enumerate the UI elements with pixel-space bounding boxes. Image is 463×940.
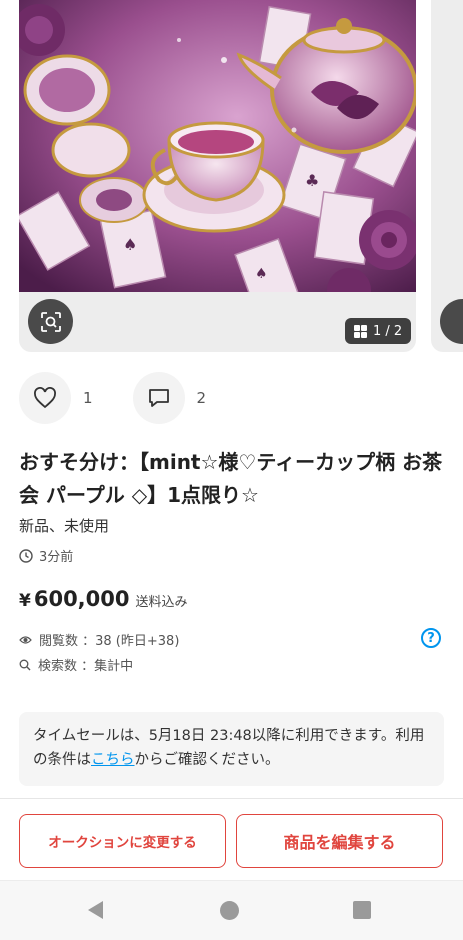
price-currency: ¥	[19, 591, 31, 611]
svg-text:♣: ♣	[305, 171, 319, 190]
image-counter[interactable]: 1 / 2	[345, 318, 412, 344]
comment-count: 2	[196, 389, 207, 407]
action-row: 1 2	[19, 372, 246, 424]
view-count-label: 閲覧数 ：38 (昨日+38)	[39, 634, 180, 649]
conditions-link[interactable]: こちら	[91, 752, 135, 768]
price: 600,000	[33, 587, 130, 611]
item-title: おすそ分け：【mint☆様♡ティーカップ柄 お茶会 パープル ◇】1点限り☆	[19, 450, 443, 507]
svg-text:♠: ♠	[123, 235, 137, 254]
search-count-label: 検索数 ：集計中	[38, 659, 134, 674]
lens-icon	[40, 311, 61, 332]
image-carousel[interactable]: ♠ ♣ ♠ 1 / 2	[0, 0, 463, 352]
divider	[0, 798, 463, 799]
like-button[interactable]	[19, 372, 71, 424]
eye-icon	[19, 635, 32, 644]
item-page: ♠ ♣ ♠ 1 / 2 1 2 おすそ分け：【mint☆様♡ティーカップ柄 お茶…	[0, 0, 463, 940]
help-icon[interactable]: ?	[421, 628, 441, 648]
back-icon[interactable]	[88, 901, 103, 919]
home-icon[interactable]	[220, 901, 239, 920]
comment-button[interactable]	[132, 372, 185, 424]
grid-icon	[354, 324, 367, 338]
image-search-button[interactable]	[28, 299, 73, 344]
clock-icon	[19, 548, 33, 563]
comment-icon	[148, 389, 169, 407]
time-sale-notice: タイムセールは、5月18日 23:48以降に利用できます。利用の条件はこちらから…	[19, 712, 444, 786]
recent-apps-icon[interactable]	[353, 901, 371, 919]
edit-item-button[interactable]: 商品を編集する	[236, 814, 443, 868]
image-counter-label: 1 / 2	[373, 323, 403, 339]
price-row: ¥ 600,000 送料込み	[19, 587, 188, 611]
change-to-auction-button[interactable]: オークションに変更する	[19, 814, 226, 868]
item-condition: 新品、未使用	[19, 517, 110, 535]
search-icon	[19, 659, 31, 670]
like-count: 1	[83, 389, 93, 407]
search-count: 検索数 ：集計中	[19, 655, 133, 674]
view-count: 閲覧数 ：38 (昨日+38)	[19, 630, 179, 649]
shipping-note: 送料込み	[135, 595, 188, 610]
svg-text:♠: ♠	[255, 266, 268, 282]
notice-text-end: からご確認ください。	[134, 752, 280, 768]
posted-time-label: 3分前	[39, 550, 74, 565]
posted-time: 3分前	[19, 546, 73, 565]
system-nav-bar	[0, 880, 463, 940]
product-photo[interactable]: ♠ ♣ ♠	[19, 0, 416, 292]
heart-icon	[34, 387, 56, 409]
